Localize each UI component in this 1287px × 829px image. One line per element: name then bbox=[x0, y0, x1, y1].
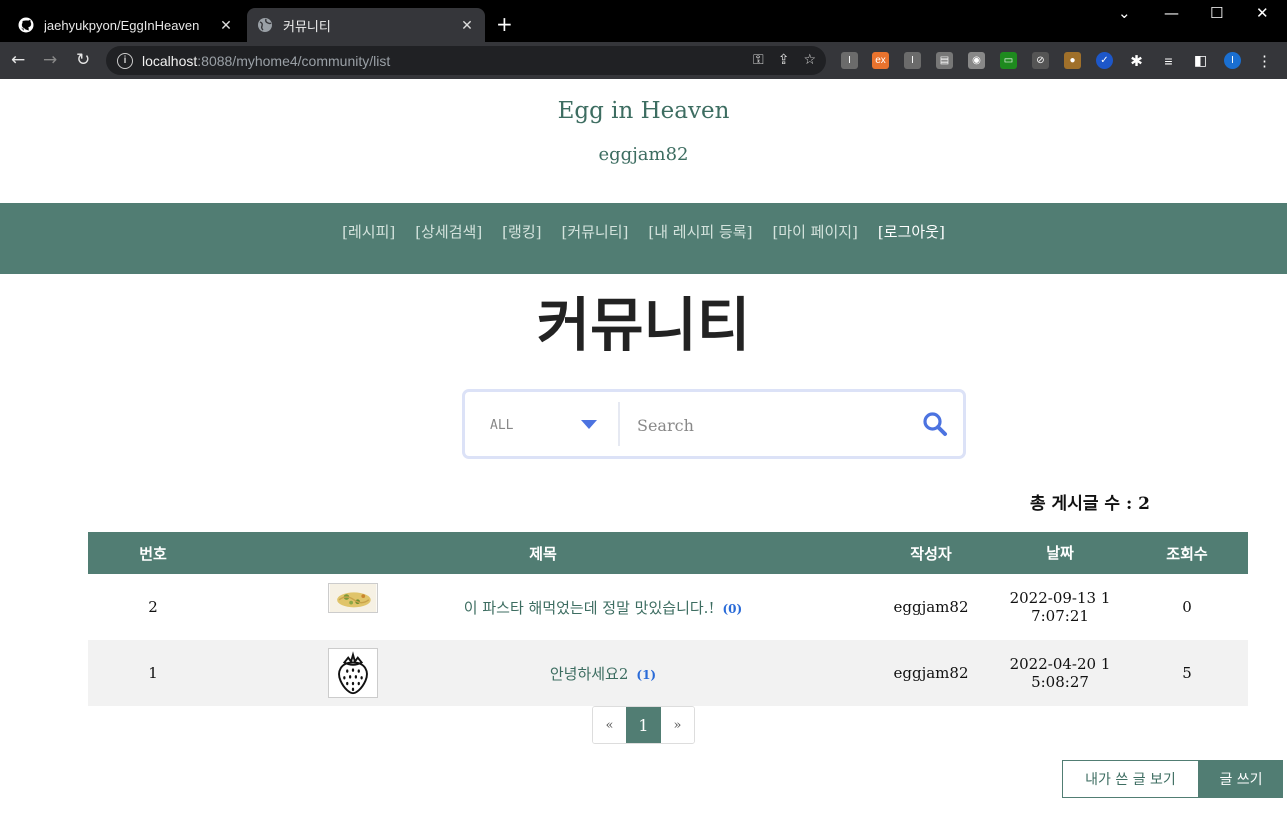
browser-tab-github[interactable]: jaehyukpyon/EggInHeaven ✕ bbox=[8, 8, 244, 42]
extension-icon[interactable]: ▤ bbox=[936, 52, 953, 69]
post-date: 2022-09-13 1 7:07:21 bbox=[1009, 589, 1111, 625]
key-icon[interactable]: ⚿ bbox=[753, 52, 764, 68]
header-date: 날짜 bbox=[1046, 544, 1074, 562]
cookie-icon[interactable]: ● bbox=[1064, 52, 1081, 69]
post-title-link[interactable]: 이 파스타 해먹었는데 정말 맛있습니다.! bbox=[464, 599, 715, 617]
nav-community[interactable]: [커뮤니티] bbox=[561, 221, 628, 242]
post-number: 2 bbox=[148, 598, 158, 616]
tab-title: 커뮤니티 bbox=[283, 18, 331, 34]
extension-icon[interactable]: I bbox=[841, 52, 858, 69]
close-window-button[interactable]: ✕ bbox=[1256, 4, 1269, 22]
nav-register-recipe[interactable]: [내 레시피 등록] bbox=[648, 221, 752, 242]
back-icon[interactable]: ← bbox=[11, 50, 25, 70]
page-title: 커뮤니티 bbox=[536, 291, 751, 359]
share-icon[interactable]: ⇪ bbox=[778, 52, 790, 68]
table-row: 2 이 파스타 해먹었는데 정말 맛있습니다.! (0) eggjam82 202… bbox=[88, 574, 1248, 640]
shield-check-icon[interactable]: ✓ bbox=[1096, 52, 1113, 69]
tab-title: jaehyukpyon/EggInHeaven bbox=[44, 17, 200, 33]
site-info-icon[interactable]: i bbox=[117, 52, 133, 69]
post-date: 2022-04-20 1 5:08:27 bbox=[1009, 655, 1111, 691]
tab-search-icon[interactable]: ⌄ bbox=[1118, 4, 1131, 22]
browser-toolbar: ← → ↻ i localhost:8088/myhome4/community… bbox=[0, 42, 1287, 79]
user-name: eggjam82 bbox=[598, 144, 689, 165]
globe-icon bbox=[257, 17, 273, 33]
table-row: 1 안녕하세요2 (1) eggjam82 2022-04-20 1 5:08:27… bbox=[88, 640, 1248, 706]
header-no: 번호 bbox=[139, 544, 167, 563]
strawberry-thumbnail[interactable] bbox=[328, 648, 378, 698]
browser-tab-community[interactable]: 커뮤니티 ✕ bbox=[247, 8, 485, 42]
prev-page-button[interactable]: « bbox=[593, 707, 626, 743]
extension-icon[interactable]: I bbox=[904, 52, 921, 69]
header-author: 작성자 bbox=[910, 544, 952, 563]
write-post-button[interactable]: 글 쓰기 bbox=[1199, 760, 1283, 798]
nav-ranking[interactable]: [랭킹] bbox=[502, 221, 541, 242]
new-tab-button[interactable]: + bbox=[496, 12, 513, 36]
minimize-button[interactable]: — bbox=[1164, 4, 1179, 22]
nav-recipe[interactable]: [레시피] bbox=[342, 221, 395, 242]
address-bar[interactable]: i localhost:8088/myhome4/community/list … bbox=[106, 46, 826, 75]
tv-icon[interactable]: ▭ bbox=[1000, 52, 1017, 69]
post-title-link[interactable]: 안녕하세요2 bbox=[550, 665, 629, 683]
header-views: 조회수 bbox=[1166, 544, 1208, 563]
profile-avatar[interactable]: I bbox=[1224, 52, 1241, 69]
current-page[interactable]: 1 bbox=[626, 707, 661, 743]
close-tab-icon[interactable]: ✕ bbox=[457, 17, 477, 34]
camera-icon[interactable]: ◉ bbox=[968, 52, 985, 69]
github-icon bbox=[18, 17, 34, 33]
post-author: eggjam82 bbox=[893, 598, 969, 616]
close-tab-icon[interactable]: ✕ bbox=[216, 17, 236, 34]
url-text[interactable]: localhost:8088/myhome4/community/list bbox=[142, 53, 390, 69]
post-thumbnail[interactable] bbox=[328, 583, 378, 613]
main-nav: [레시피] [상세검색] [랭킹] [커뮤니티] [내 레시피 등록] [마이 … bbox=[0, 203, 1287, 274]
extension-icon[interactable]: ex bbox=[872, 52, 889, 69]
forward-icon[interactable]: → bbox=[43, 50, 57, 70]
search-box: ALL bbox=[462, 389, 966, 459]
nav-my-page[interactable]: [마이 페이지] bbox=[772, 221, 857, 242]
caret-down-icon[interactable] bbox=[581, 420, 597, 429]
divider bbox=[618, 402, 620, 446]
post-views: 5 bbox=[1182, 664, 1192, 682]
media-icon[interactable]: ≡ bbox=[1160, 52, 1177, 69]
next-page-button[interactable]: » bbox=[661, 707, 694, 743]
comment-count: (1) bbox=[636, 667, 657, 682]
search-input[interactable] bbox=[637, 412, 907, 438]
table-header: 번호 제목 작성자 날짜 조회수 bbox=[88, 532, 1248, 574]
search-icon[interactable] bbox=[921, 410, 949, 438]
header-title: 제목 bbox=[529, 544, 557, 563]
menu-icon[interactable]: ⋮ bbox=[1256, 52, 1273, 70]
post-author: eggjam82 bbox=[893, 664, 969, 682]
side-panel-icon[interactable]: ◧ bbox=[1192, 52, 1209, 69]
my-posts-button[interactable]: 내가 쓴 글 보기 bbox=[1062, 760, 1199, 798]
site-title[interactable]: Egg in Heaven bbox=[0, 98, 1287, 124]
reload-icon[interactable]: ↻ bbox=[76, 50, 90, 70]
post-table: 번호 제목 작성자 날짜 조회수 2 이 파스타 해먹었는데 정말 맛있습니다.… bbox=[88, 532, 1248, 706]
post-views: 0 bbox=[1182, 598, 1192, 616]
puzzle-icon[interactable]: ✱ bbox=[1128, 52, 1145, 70]
extension-icon[interactable]: ⊘ bbox=[1032, 52, 1049, 69]
comment-count: (0) bbox=[722, 601, 743, 616]
browser-tab-bar: jaehyukpyon/EggInHeaven ✕ 커뮤니티 ✕ + ⌄ — ☐… bbox=[0, 0, 1287, 42]
nav-logout[interactable]: [로그아웃] bbox=[878, 221, 945, 242]
total-post-count: 총 게시글 수 : 2 bbox=[1030, 494, 1150, 514]
pagination: « 1 » bbox=[592, 706, 695, 744]
maximize-button[interactable]: ☐ bbox=[1210, 4, 1223, 22]
search-filter-select[interactable]: ALL bbox=[490, 418, 513, 433]
star-icon[interactable]: ☆ bbox=[803, 52, 816, 68]
nav-detail-search[interactable]: [상세검색] bbox=[415, 221, 482, 242]
post-number: 1 bbox=[148, 664, 158, 682]
